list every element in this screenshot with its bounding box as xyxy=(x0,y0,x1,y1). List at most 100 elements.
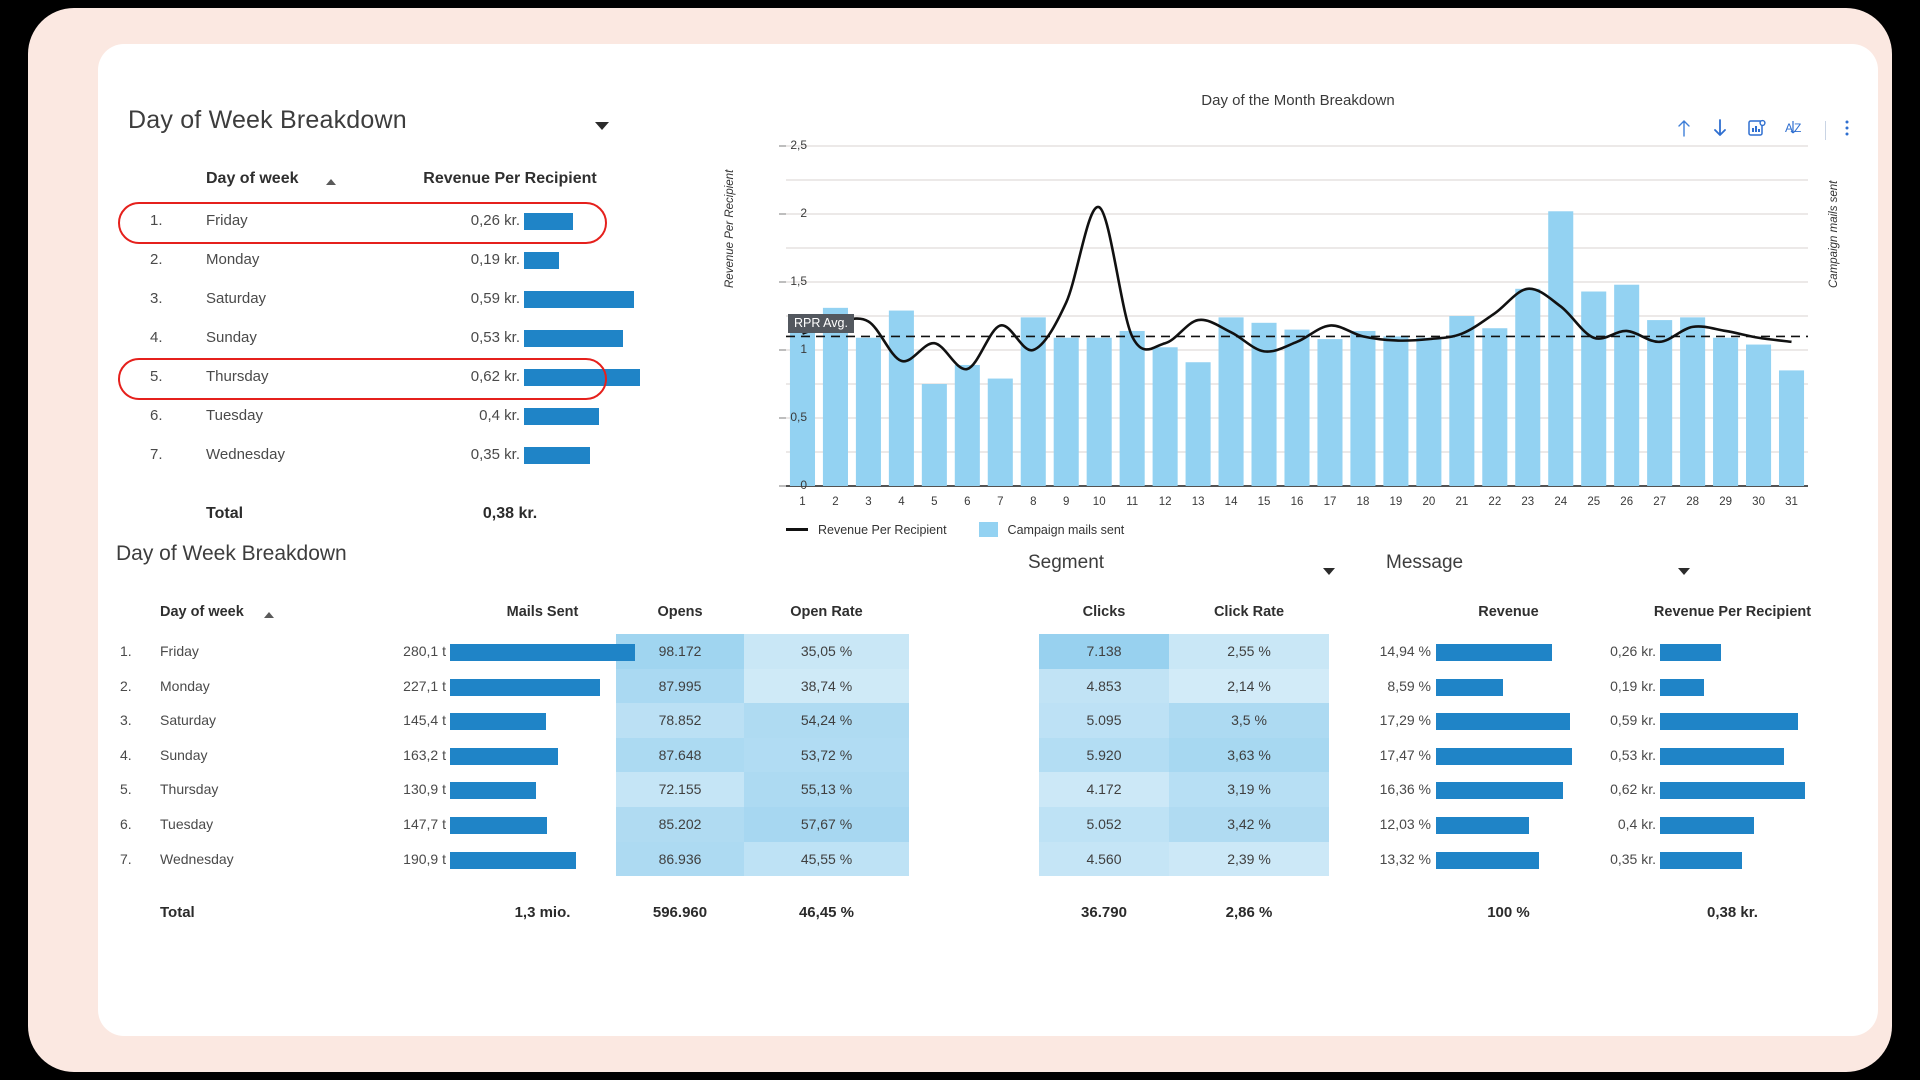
chart-bar[interactable] xyxy=(1086,337,1112,486)
chart-bar[interactable] xyxy=(1614,284,1640,486)
column-header-open-rate[interactable]: Open Rate xyxy=(744,604,909,620)
table-row[interactable]: 6. Tuesday 0,4 kr. xyxy=(128,397,648,436)
column-header-clicks[interactable]: Clicks xyxy=(1039,604,1169,620)
column-header-revenue[interactable]: Revenue xyxy=(1416,604,1601,620)
chart-bar[interactable] xyxy=(987,378,1013,486)
rpr-value: 0,19 kr. xyxy=(1610,677,1656,694)
table-row[interactable]: 3. Saturday 145,4 t 78.852 54,24 % 5.095 3,5 %… xyxy=(98,703,1878,738)
chart-bar[interactable] xyxy=(1218,317,1244,486)
chart-bar[interactable] xyxy=(1778,370,1805,486)
chart-bar[interactable] xyxy=(822,307,848,486)
chart-x-tick-label: 17 xyxy=(1323,496,1337,508)
chart-bar[interactable] xyxy=(1680,317,1706,486)
message-filter-label[interactable]: Message xyxy=(1386,552,1463,574)
opens-value: 78.852 xyxy=(658,712,702,729)
table-row[interactable]: 4. Sunday 163,2 t 87.648 53,72 % 5.920 3,63 % 1… xyxy=(98,738,1878,773)
table-row[interactable]: 4. Sunday 0,53 kr. xyxy=(128,319,648,358)
legend-label-bar[interactable]: Campaign mails sent xyxy=(1008,523,1125,537)
chart-bar[interactable] xyxy=(1647,320,1673,486)
row-value: 0,35 kr. xyxy=(470,446,520,463)
chart-bar[interactable] xyxy=(1713,337,1739,486)
row-bar xyxy=(524,213,573,230)
rpr-value: 0,59 kr. xyxy=(1610,712,1656,729)
chart-bar[interactable] xyxy=(1350,330,1376,486)
open-rate-value: 54,24 % xyxy=(800,712,853,729)
total-clicks: 36.790 xyxy=(1081,904,1127,922)
row-day-label: Friday xyxy=(160,643,199,659)
row-value: 0,4 kr. xyxy=(479,407,520,424)
chart-bar[interactable] xyxy=(855,337,881,486)
opens-value: 87.648 xyxy=(658,746,702,763)
chart-x-axis-labels: 1 2 3 4 5 6 7 8 9 10 11 12 13 14 15 16 17 18 19 20 21 22 23 24 2… xyxy=(786,496,1808,508)
sort-ascending-icon[interactable] xyxy=(264,612,274,618)
top-left-dropdown-caret-icon[interactable] xyxy=(595,122,609,130)
chart-bar[interactable] xyxy=(1548,211,1574,486)
column-header-revenue-per-recipient[interactable]: Revenue Per Recipient xyxy=(400,170,620,188)
chart-x-tick-label: 22 xyxy=(1488,496,1502,508)
column-header-day-of-week[interactable]: Day of week xyxy=(206,170,298,188)
row-bar xyxy=(524,447,590,464)
table-row[interactable]: 7. Wednesday 190,9 t 86.936 45,55 % 4.560 2,39… xyxy=(98,842,1878,877)
table-row[interactable]: 2. Monday 0,19 kr. xyxy=(128,241,648,280)
column-header-mails-sent[interactable]: Mails Sent xyxy=(450,604,635,620)
total-label: Total xyxy=(206,505,244,522)
total-click-rate: 2,86 % xyxy=(1225,904,1273,922)
chart-title: Day of the Month Breakdown xyxy=(1201,92,1395,109)
column-header-day-of-week[interactable]: Day of week xyxy=(160,604,244,620)
revenue-value: 17,29 % xyxy=(1379,712,1431,729)
chart-legend: Revenue Per Recipient Campaign mails sen… xyxy=(786,522,1146,537)
chart-y-tick-label: 1 xyxy=(800,342,807,356)
column-header-opens[interactable]: Opens xyxy=(616,604,744,620)
row-day-label: Monday xyxy=(160,677,210,694)
chart-x-tick-label: 21 xyxy=(1455,496,1469,508)
legend-bar-swatch xyxy=(978,522,998,537)
chart-bar[interactable] xyxy=(1515,288,1541,486)
dashboard-card: Day of Week Breakdown Day of week Revenu… xyxy=(98,44,1878,1036)
chart-bar[interactable] xyxy=(1449,316,1475,486)
chart-bar[interactable] xyxy=(1053,337,1079,486)
chart-bar[interactable] xyxy=(1284,329,1310,486)
table-row[interactable]: 1. Friday 280,1 t 98.172 35,05 % 7.138 2,55 % 1… xyxy=(98,634,1878,669)
chart-x-tick-label: 4 xyxy=(898,496,905,508)
table-row[interactable]: 1. Friday 0,26 kr. xyxy=(118,202,648,244)
legend-label-line[interactable]: Revenue Per Recipient xyxy=(818,523,947,537)
segment-filter-label[interactable]: Segment xyxy=(1028,552,1104,574)
chart-bar[interactable] xyxy=(1185,362,1211,486)
chart-bar[interactable] xyxy=(1416,337,1442,486)
chart-bar[interactable] xyxy=(1383,336,1409,486)
bottom-panel-title: Day of Week Breakdown xyxy=(116,542,347,565)
table-row[interactable]: 3. Saturday 0,59 kr. xyxy=(128,280,648,319)
chart-bar[interactable] xyxy=(1119,330,1145,486)
row-day-label: Sunday xyxy=(160,746,208,763)
table-row[interactable]: 2. Monday 227,1 t 87.995 38,74 % 4.853 2,14 % 8… xyxy=(98,669,1878,704)
click-rate-value: 2,55 % xyxy=(1227,643,1271,659)
table-row[interactable]: 6. Tuesday 147,7 t 85.202 57,67 % 5.052 3,42 %… xyxy=(98,807,1878,842)
segment-dropdown-caret-icon[interactable] xyxy=(1323,568,1335,575)
sort-ascending-icon[interactable] xyxy=(326,179,336,185)
row-index: 2. xyxy=(120,677,132,694)
rpr-value: 0,62 kr. xyxy=(1610,781,1656,798)
chart-bar[interactable] xyxy=(921,384,947,486)
row-value: 0,62 kr. xyxy=(470,368,520,385)
table-row[interactable]: 5. Thursday 130,9 t 72.155 55,13 % 4.172 3,19 … xyxy=(98,772,1878,807)
column-header-revenue-per-recipient[interactable]: Revenue Per Recipient xyxy=(1620,604,1845,620)
chart-bar[interactable] xyxy=(954,364,980,486)
revenue-value: 8,59 % xyxy=(1387,677,1431,694)
column-header-click-rate[interactable]: Click Rate xyxy=(1169,604,1329,620)
chart-bar[interactable] xyxy=(1482,328,1508,486)
chart-bar[interactable] xyxy=(1581,291,1607,486)
table-header-row: Day of week Revenue Per Recipient xyxy=(128,162,648,202)
chart-bar[interactable] xyxy=(1317,339,1343,486)
chart-x-tick-label: 16 xyxy=(1290,496,1304,508)
table-row[interactable]: 7. Wednesday 0,35 kr. xyxy=(128,436,648,475)
chart-bar[interactable] xyxy=(1746,344,1772,486)
open-rate-value: 53,72 % xyxy=(800,746,853,763)
day-of-week-rpr-table: Day of week Revenue Per Recipient 1. Frid… xyxy=(118,162,648,537)
message-dropdown-caret-icon[interactable] xyxy=(1678,568,1690,575)
mails-sent-value: 280,1 t xyxy=(403,643,446,659)
mails-sent-bar xyxy=(450,851,576,869)
table-row[interactable]: 5. Thursday 0,62 kr. xyxy=(118,358,648,400)
total-revenue: 100 % xyxy=(1487,904,1530,922)
clicks-value: 4.172 xyxy=(1086,781,1122,798)
chart-bar[interactable] xyxy=(1152,347,1178,486)
